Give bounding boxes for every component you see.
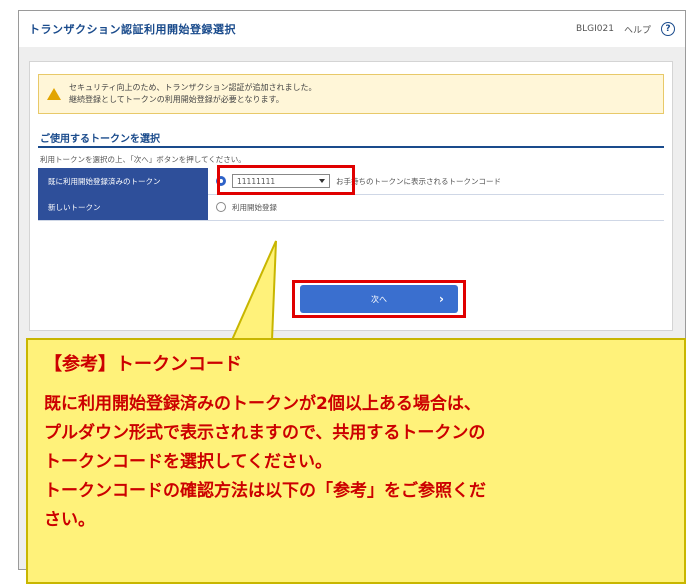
callout-body: 既に利用開始登録済みのトークンが2個以上ある場合は、 プルダウン形式で表示されま… <box>44 390 668 535</box>
reference-callout: 【参考】トークンコード 既に利用開始登録済みのトークンが2個以上ある場合は、 プ… <box>26 338 686 584</box>
section-divider <box>38 146 664 148</box>
row-label-new: 新しいトークン <box>38 194 208 220</box>
section-title: ご使用するトークンを選択 <box>40 134 160 145</box>
help-icon[interactable]: ? <box>661 22 675 36</box>
callout-line-5: さい。 <box>44 510 95 530</box>
new-token-radio[interactable] <box>216 202 226 212</box>
new-token-option-label: 利用開始登録 <box>232 202 277 212</box>
callout-line-2: プルダウン形式で表示されますので、共用するトークンの <box>44 423 486 443</box>
highlight-next-box <box>292 280 466 318</box>
screen-id: BLGI021 <box>575 24 614 34</box>
page-title: トランザクション認証利用開始登録選択 <box>29 23 236 36</box>
callout-line-3: トークンコードを選択してください。 <box>44 452 332 472</box>
help-link[interactable]: ヘルプ <box>624 23 651 36</box>
warning-box: セキュリティ向上のため、トランザクション認証が追加されました。 継続登録としてト… <box>38 74 664 114</box>
token-code-note: お手持ちのトークンに表示されるトークンコード <box>336 176 501 186</box>
warning-line-1: セキュリティ向上のため、トランザクション認証が追加されました。 <box>69 83 317 92</box>
row-label-existing: 既に利用開始登録済みのトークン <box>38 168 208 194</box>
page-header: トランザクション認証利用開始登録選択 BLGI021 ヘルプ ? <box>19 11 685 47</box>
instruction-text: 利用トークンを選択の上、「次へ」ボタンを押してください。 <box>40 155 246 164</box>
highlight-select-box <box>217 165 355 195</box>
token-row-new: 新しいトークン 利用開始登録 <box>38 194 664 221</box>
warning-line-2: 継続登録としてトークンの利用開始登録が必要となります。 <box>69 95 284 104</box>
warning-icon <box>47 88 61 100</box>
callout-line-1: 既に利用開始登録済みのトークンが2個以上ある場合は、 <box>44 394 481 414</box>
content-card: セキュリティ向上のため、トランザクション認証が追加されました。 継続登録としてト… <box>29 61 673 331</box>
header-right: BLGI021 ヘルプ ? <box>576 22 675 36</box>
callout-heading: 【参考】トークンコード <box>44 354 242 375</box>
warning-text: セキュリティ向上のため、トランザクション認証が追加されました。 継続登録としてト… <box>69 82 317 106</box>
help-label: ヘルプ <box>623 25 651 36</box>
row-body-new: 利用開始登録 <box>208 194 664 220</box>
callout-line-4: トークンコードの確認方法は以下の「参考」をご参照くだ <box>44 481 486 501</box>
